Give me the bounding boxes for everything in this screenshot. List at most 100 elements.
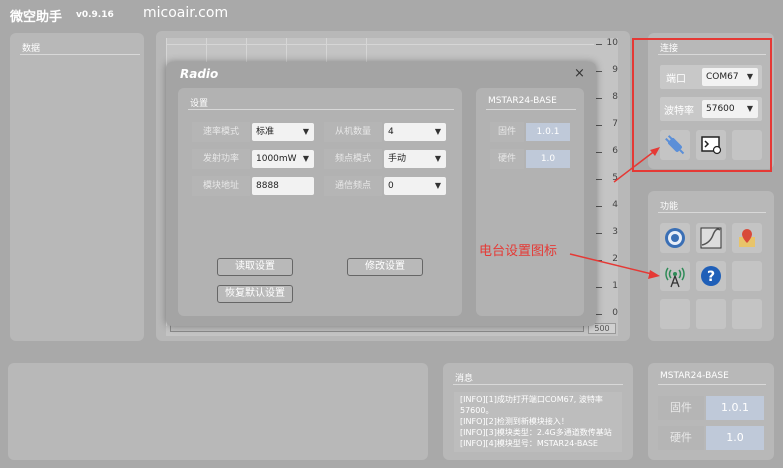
site-link[interactable]: micoair.com xyxy=(143,5,228,21)
modify-settings-button[interactable]: 修改设置 xyxy=(347,258,423,276)
messages-title: 消息 xyxy=(455,374,474,384)
slave-count-label: 从机数量 xyxy=(324,122,382,142)
data-panel: 数据 xyxy=(10,33,144,341)
module-status-panel: MSTAR24-BASE 固件 1.0.1 硬件 1.0 xyxy=(648,363,774,460)
chevron-down-icon: ▼ xyxy=(434,127,441,136)
module-status-title: MSTAR24-BASE xyxy=(660,371,729,381)
channel-mode-value: 手动 xyxy=(388,154,407,164)
highlight-box xyxy=(632,38,772,172)
slave-count-select[interactable]: 4 ▼ xyxy=(384,123,446,141)
y-tick-mark xyxy=(596,179,602,180)
y-tick-mark xyxy=(596,314,602,315)
channel-select[interactable]: 0 ▼ xyxy=(384,177,446,195)
svg-text:?: ? xyxy=(707,269,715,285)
y-tick-mark xyxy=(596,233,602,234)
firmware-value: 1.0.1 xyxy=(526,123,570,141)
empty-slot xyxy=(660,299,690,329)
slave-count-value: 4 xyxy=(388,127,394,137)
empty-slot xyxy=(732,261,762,291)
map-pin-button[interactable] xyxy=(732,223,762,253)
module-info-title: MSTAR24-BASE xyxy=(488,96,557,106)
y-tick-mark xyxy=(596,260,602,261)
divider xyxy=(658,212,766,213)
channel-mode-select[interactable]: 手动 ▼ xyxy=(384,150,446,168)
bottom-left-panel xyxy=(8,363,428,460)
channel-value: 0 xyxy=(388,181,394,191)
title-bar: 微空助手 v0.9.16 micoair.com xyxy=(0,0,783,26)
y-tick-mark xyxy=(596,206,602,207)
module-address-input[interactable]: 8888 xyxy=(252,177,314,195)
y-tick-label: 6 xyxy=(612,146,618,156)
reset-defaults-button[interactable]: 恢复默认设置 xyxy=(217,285,293,303)
y-tick-label: 8 xyxy=(612,92,618,102)
data-panel-title: 数据 xyxy=(22,44,41,54)
message-log[interactable]: [INFO][1]成功打开端口COM67, 波特率 57600。 [INFO][… xyxy=(454,392,622,452)
y-tick-label: 1 xyxy=(612,281,618,291)
help-icon: ? xyxy=(701,266,721,286)
read-settings-button[interactable]: 读取设置 xyxy=(217,258,293,276)
functions-panel: 功能 ? xyxy=(648,191,774,341)
gear-icon xyxy=(665,228,685,248)
y-tick-label: 3 xyxy=(612,227,618,237)
divider xyxy=(453,384,623,385)
log-line: 57600。 xyxy=(460,406,494,415)
firmware-label: 固件 xyxy=(658,396,704,420)
y-tick-label: 7 xyxy=(612,119,618,129)
rate-mode-label: 速率模式 xyxy=(192,122,250,142)
functions-title: 功能 xyxy=(660,202,679,212)
y-tick-label: 5 xyxy=(612,173,618,183)
y-tick-label: 10 xyxy=(606,38,618,48)
chevron-down-icon: ▼ xyxy=(302,127,309,136)
empty-slot xyxy=(732,299,762,329)
divider xyxy=(486,109,576,110)
hardware-value: 1.0 xyxy=(706,426,764,450)
help-button[interactable]: ? xyxy=(696,261,726,291)
firmware-value: 1.0.1 xyxy=(706,396,764,420)
y-tick-label: 2 xyxy=(612,254,618,264)
chevron-down-icon: ▼ xyxy=(434,154,441,163)
close-icon[interactable]: × xyxy=(574,66,585,81)
y-tick-mark xyxy=(596,152,602,153)
hardware-label: 硬件 xyxy=(658,426,704,450)
settings-panel: 设置 速率模式 标准 ▼ 发射功率 1000mW ▼ 模块地址 8888 从机数量 … xyxy=(178,88,462,316)
firmware-label: 固件 xyxy=(490,122,524,142)
app-title: 微空助手 xyxy=(10,10,63,25)
y-tick-mark xyxy=(596,287,602,288)
app-version: v0.9.16 xyxy=(76,10,114,20)
hardware-value: 1.0 xyxy=(526,150,570,168)
grid-line-horizontal xyxy=(166,44,594,45)
divider xyxy=(658,384,766,385)
channel-label: 通信频点 xyxy=(324,176,382,196)
rate-mode-value: 标准 xyxy=(256,127,275,137)
settings-gear-button[interactable] xyxy=(660,223,690,253)
empty-slot xyxy=(696,299,726,329)
y-tick-mark xyxy=(596,44,602,45)
hardware-label: 硬件 xyxy=(490,149,524,169)
log-line: [INFO][2]检测到新模块接入！ xyxy=(460,417,569,426)
radio-settings-button[interactable] xyxy=(660,261,690,291)
y-tick-mark xyxy=(596,125,602,126)
log-line: [INFO][1]成功打开端口COM67, 波特率 xyxy=(460,395,603,404)
y-tick-mark xyxy=(596,71,602,72)
channel-mode-label: 频点模式 xyxy=(324,149,382,169)
rate-mode-select[interactable]: 标准 ▼ xyxy=(252,123,314,141)
module-address-label: 模块地址 xyxy=(192,176,250,196)
radio-dialog: Radio × 设置 速率模式 标准 ▼ 发射功率 1000mW ▼ 模块地址 88… xyxy=(166,62,596,326)
calibration-button[interactable] xyxy=(696,223,726,253)
annotation-label: 电台设置图标 xyxy=(479,244,558,259)
y-tick-mark xyxy=(596,98,602,99)
log-line: [INFO][4]模块型号：MSTAR24-BASE xyxy=(460,439,598,448)
radio-tower-icon xyxy=(665,267,685,288)
y-tick-label: 9 xyxy=(612,65,618,75)
tx-power-value: 1000mW xyxy=(256,154,297,164)
y-tick-label: 4 xyxy=(612,200,618,210)
tx-power-select[interactable]: 1000mW ▼ xyxy=(252,150,314,168)
map-pin-icon xyxy=(739,229,755,247)
y-tick-label: 0 xyxy=(612,308,618,318)
module-address-value: 8888 xyxy=(256,181,279,191)
tx-power-label: 发射功率 xyxy=(192,149,250,169)
log-line: [INFO][3]模块类型：2.4G多通道数传基站 xyxy=(460,428,612,437)
chevron-down-icon: ▼ xyxy=(434,181,441,190)
divider xyxy=(20,54,140,55)
chevron-down-icon: ▼ xyxy=(302,154,309,163)
